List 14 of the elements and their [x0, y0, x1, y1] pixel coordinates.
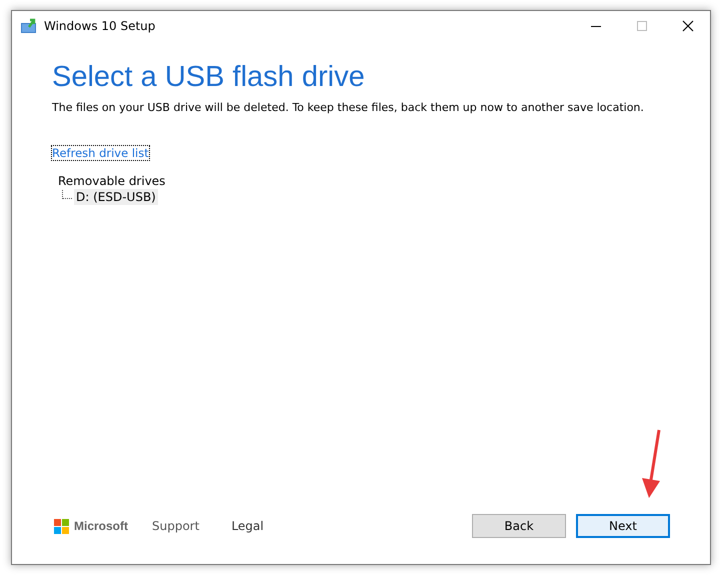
brand-name: Microsoft [74, 519, 128, 533]
setup-icon [20, 18, 38, 34]
tree-item[interactable]: Removable drives [56, 173, 168, 189]
window-title: Windows 10 Setup [44, 19, 156, 33]
next-button[interactable]: Next [576, 514, 670, 538]
back-button[interactable]: Back [472, 514, 566, 538]
footer-link[interactable]: Support [152, 519, 200, 533]
close-icon[interactable] [682, 20, 694, 32]
microsoft-logo-icon [54, 518, 69, 534]
refresh-link[interactable]: Refresh drive list [52, 146, 149, 160]
page-heading: Select a USB flash drive [52, 61, 366, 94]
tree-item[interactable]: D: (ESD-USB) [74, 189, 158, 205]
description-text: The files on your USB drive will be deleted. To keep these files, back them up now to another save location. [52, 101, 645, 114]
footer-link[interactable]: Legal [231, 519, 264, 533]
